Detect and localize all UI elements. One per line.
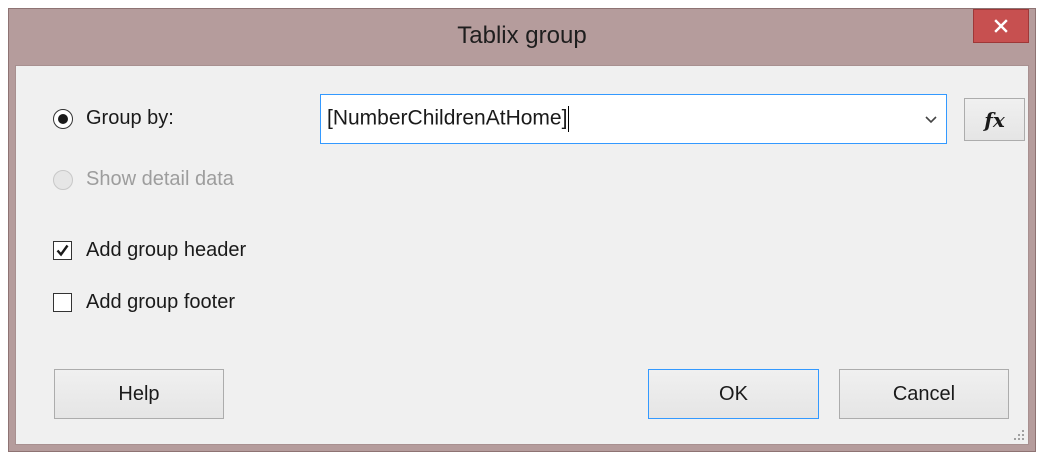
checkmark-icon: [56, 244, 69, 257]
show-detail-radio[interactable]: [53, 169, 73, 190]
add-group-footer-option[interactable]: Add group footer: [53, 291, 235, 314]
show-detail-label: Show detail data: [86, 168, 234, 190]
close-icon: [994, 19, 1008, 33]
cancel-button[interactable]: Cancel: [839, 369, 1009, 419]
dialog-body: Group by: [NumberChildrenAtHome] fx Show…: [15, 65, 1029, 445]
group-expression-input[interactable]: [NumberChildrenAtHome]: [327, 106, 570, 132]
fx-icon: fx: [984, 107, 1005, 132]
help-button[interactable]: Help: [54, 369, 224, 419]
chevron-down-icon[interactable]: [922, 110, 940, 128]
expression-button[interactable]: fx: [964, 98, 1025, 141]
group-by-option[interactable]: Group by:: [53, 107, 174, 130]
add-group-header-option[interactable]: Add group header: [53, 239, 246, 262]
ok-button[interactable]: OK: [648, 369, 819, 419]
add-group-header-checkbox[interactable]: [53, 241, 72, 260]
close-button[interactable]: [973, 9, 1029, 43]
title-bar[interactable]: Tablix group: [9, 9, 1035, 69]
show-detail-option[interactable]: Show detail data: [53, 168, 234, 191]
group-expression-combobox[interactable]: [NumberChildrenAtHome]: [320, 94, 947, 144]
group-by-label: Group by:: [86, 107, 174, 129]
resize-grip-icon[interactable]: [1011, 427, 1025, 441]
add-group-header-label: Add group header: [86, 239, 247, 261]
text-caret: [568, 106, 570, 132]
dialog-title: Tablix group: [457, 22, 587, 49]
add-group-footer-checkbox[interactable]: [53, 293, 72, 312]
radio-selected-dot: [58, 113, 68, 124]
add-group-footer-label: Add group footer: [86, 291, 235, 313]
tablix-group-dialog: Tablix group Group by: [NumberChildrenAt…: [8, 8, 1036, 452]
group-by-radio[interactable]: [53, 108, 73, 129]
